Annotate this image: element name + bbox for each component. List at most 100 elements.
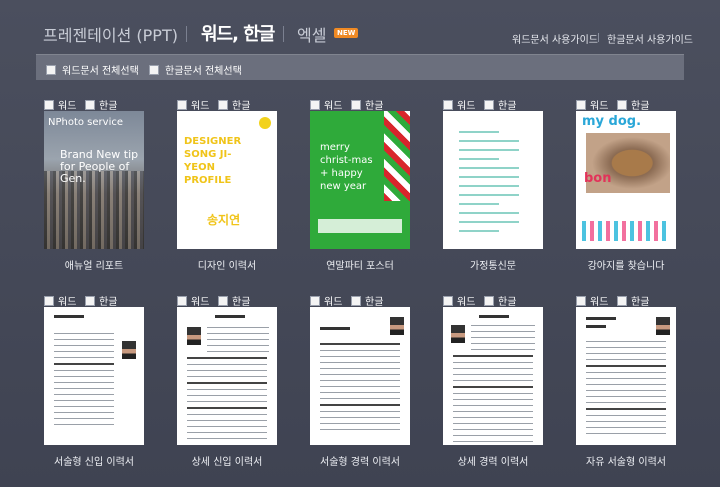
profile-photo [390, 317, 404, 335]
checkbox-box[interactable] [576, 99, 586, 110]
word-checkbox[interactable]: 워드 [310, 97, 342, 112]
top-navigation: 프레젠테이션 (PPT) 워드, 한글 엑셀 NEW 워드문서 사용가이드 한글… [0, 0, 720, 52]
thumbnail-text: merry christ-mas + happy new year [320, 142, 373, 192]
template-caption[interactable]: 가정통신문 [423, 257, 563, 272]
hangul-label: 한글 [498, 297, 517, 308]
hangul-checkbox[interactable]: 한글 [351, 293, 383, 308]
word-label: 워드 [457, 101, 476, 112]
new-badge: NEW [334, 28, 359, 38]
checkbox-box[interactable] [218, 99, 228, 110]
tab-excel[interactable]: 엑셀 [297, 22, 326, 46]
hangul-label: 한글 [498, 101, 517, 112]
word-checkbox[interactable]: 워드 [177, 293, 209, 308]
hangul-checkbox[interactable]: 한글 [484, 97, 516, 112]
tab-divider [283, 26, 284, 42]
checkbox-box[interactable] [218, 295, 228, 306]
thumbnail-text: NPhoto service [48, 117, 124, 128]
template-caption[interactable]: 상세 경력 이력서 [423, 453, 563, 468]
template-thumbnail[interactable]: DESIGNER SONG JI-YEON PROFILE 송지연 [177, 111, 277, 249]
thumbnail-text: my dog. [582, 114, 642, 129]
word-checkbox[interactable]: 워드 [44, 97, 76, 112]
hangul-label: 한글 [232, 297, 251, 308]
template-thumbnail[interactable]: my dog. bon [576, 111, 676, 249]
checkbox-box[interactable] [484, 295, 494, 306]
checkbox-box[interactable] [177, 99, 187, 110]
checkbox-box[interactable] [484, 99, 494, 110]
hangul-guide-link[interactable]: 한글문서 사용가이드 [607, 31, 693, 46]
word-checkbox[interactable]: 워드 [44, 293, 76, 308]
template-thumbnail[interactable] [310, 307, 410, 445]
thumbnail-text: Brand New tip for People of Gen. [60, 148, 139, 185]
hangul-label: 한글 [365, 101, 384, 112]
checkbox-box[interactable] [85, 99, 95, 110]
checkbox-box[interactable] [44, 99, 54, 110]
checkbox-box[interactable] [44, 295, 54, 306]
template-thumbnail[interactable] [443, 307, 543, 445]
word-checkbox[interactable]: 워드 [576, 97, 608, 112]
profile-photo [451, 325, 465, 343]
hangul-label: 한글 [99, 297, 118, 308]
select-all-word-checkbox[interactable] [46, 64, 56, 75]
template-caption[interactable]: 상세 신입 이력서 [157, 453, 297, 468]
yellow-circle-decoration [259, 117, 271, 129]
select-all-word[interactable]: 워드문서 전체선택 [46, 62, 139, 77]
hangul-checkbox[interactable]: 한글 [218, 97, 250, 112]
hangul-checkbox[interactable]: 한글 [484, 293, 516, 308]
hangul-checkbox[interactable]: 한글 [351, 97, 383, 112]
word-label: 워드 [191, 297, 210, 308]
checkbox-box[interactable] [177, 295, 187, 306]
template-caption[interactable]: 자유 서술형 이력서 [556, 453, 696, 468]
template-caption[interactable]: 서술형 신입 이력서 [24, 453, 164, 468]
word-label: 워드 [457, 297, 476, 308]
checkbox-box[interactable] [617, 99, 627, 110]
select-all-hangul[interactable]: 한글문서 전체선택 [149, 62, 242, 77]
letter-lines [459, 131, 519, 239]
template-thumbnail[interactable] [177, 307, 277, 445]
template-caption[interactable]: 디자인 이력서 [157, 257, 297, 272]
word-label: 워드 [590, 101, 609, 112]
hangul-label: 한글 [365, 297, 384, 308]
hangul-checkbox[interactable]: 한글 [85, 97, 117, 112]
word-checkbox[interactable]: 워드 [443, 293, 475, 308]
select-all-hangul-checkbox[interactable] [149, 64, 159, 75]
word-label: 워드 [58, 297, 77, 308]
checkbox-box[interactable] [617, 295, 627, 306]
word-checkbox[interactable]: 워드 [576, 293, 608, 308]
template-thumbnail[interactable]: NPhoto service Brand New tip for People … [44, 111, 144, 249]
guide-divider [598, 33, 599, 42]
word-label: 워드 [191, 101, 210, 112]
tab-ppt[interactable]: 프레젠테이션 (PPT) [43, 22, 178, 46]
word-checkbox[interactable]: 워드 [310, 293, 342, 308]
tab-divider [186, 26, 187, 42]
word-guide-link[interactable]: 워드문서 사용가이드 [512, 31, 598, 46]
template-thumbnail[interactable] [576, 307, 676, 445]
checkbox-box[interactable] [576, 295, 586, 306]
hangul-checkbox[interactable]: 한글 [218, 293, 250, 308]
checkbox-box[interactable] [351, 295, 361, 306]
template-caption[interactable]: 강아지를 찾습니다 [556, 257, 696, 272]
checkbox-box[interactable] [310, 295, 320, 306]
checkbox-box[interactable] [85, 295, 95, 306]
select-all-bar: 워드문서 전체선택 한글문서 전체선택 [36, 54, 684, 80]
checkbox-box[interactable] [443, 99, 453, 110]
tear-off-tabs [582, 221, 670, 241]
tab-word-hangul[interactable]: 워드, 한글 [201, 20, 275, 46]
template-thumbnail[interactable] [443, 111, 543, 249]
hangul-checkbox[interactable]: 한글 [617, 97, 649, 112]
checkbox-box[interactable] [310, 99, 320, 110]
checkbox-box[interactable] [443, 295, 453, 306]
hangul-checkbox[interactable]: 한글 [617, 293, 649, 308]
word-checkbox[interactable]: 워드 [443, 97, 475, 112]
hangul-checkbox[interactable]: 한글 [85, 293, 117, 308]
info-box [318, 219, 402, 233]
template-thumbnail[interactable] [44, 307, 144, 445]
thumbnail-text: bon [584, 171, 612, 186]
template-caption[interactable]: 애뉴얼 리포트 [24, 257, 164, 272]
hangul-label: 한글 [631, 101, 650, 112]
word-checkbox[interactable]: 워드 [177, 97, 209, 112]
template-caption[interactable]: 서술형 경력 이력서 [290, 453, 430, 468]
template-caption[interactable]: 연말파티 포스터 [290, 257, 430, 272]
word-label: 워드 [324, 297, 343, 308]
template-thumbnail[interactable]: merry christ-mas + happy new year [310, 111, 410, 249]
checkbox-box[interactable] [351, 99, 361, 110]
